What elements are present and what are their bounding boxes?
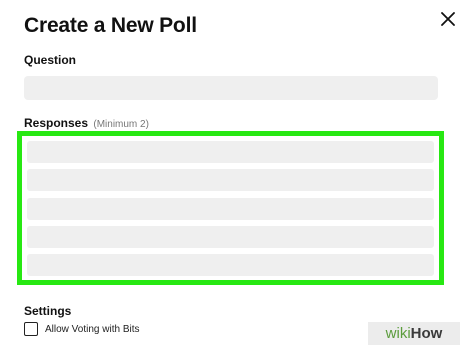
responses-highlight-box xyxy=(17,131,444,285)
question-label: Question xyxy=(24,53,77,67)
wikihow-watermark: wiki How xyxy=(368,322,460,345)
responses-label: Responses (Minimum 2) xyxy=(24,116,149,130)
responses-hint: (Minimum 2) xyxy=(93,119,149,130)
response-input-2[interactable] xyxy=(27,169,434,192)
response-input-4[interactable] xyxy=(27,225,434,248)
allow-bits-option[interactable]: Allow Voting with Bits xyxy=(24,322,140,336)
close-button[interactable] xyxy=(437,8,459,30)
allow-bits-checkbox[interactable] xyxy=(24,322,38,336)
watermark-wiki: wiki xyxy=(385,325,411,342)
question-input[interactable] xyxy=(24,76,438,100)
response-input-1[interactable] xyxy=(27,141,434,163)
allow-bits-label: Allow Voting with Bits xyxy=(45,323,140,335)
settings-label: Settings xyxy=(24,304,72,318)
response-input-5[interactable] xyxy=(27,254,434,276)
response-input-3[interactable] xyxy=(27,197,434,220)
dialog-title: Create a New Poll xyxy=(24,14,197,37)
responses-label-text: Responses xyxy=(24,116,89,130)
watermark-how: How xyxy=(410,325,443,342)
close-icon xyxy=(441,12,455,26)
